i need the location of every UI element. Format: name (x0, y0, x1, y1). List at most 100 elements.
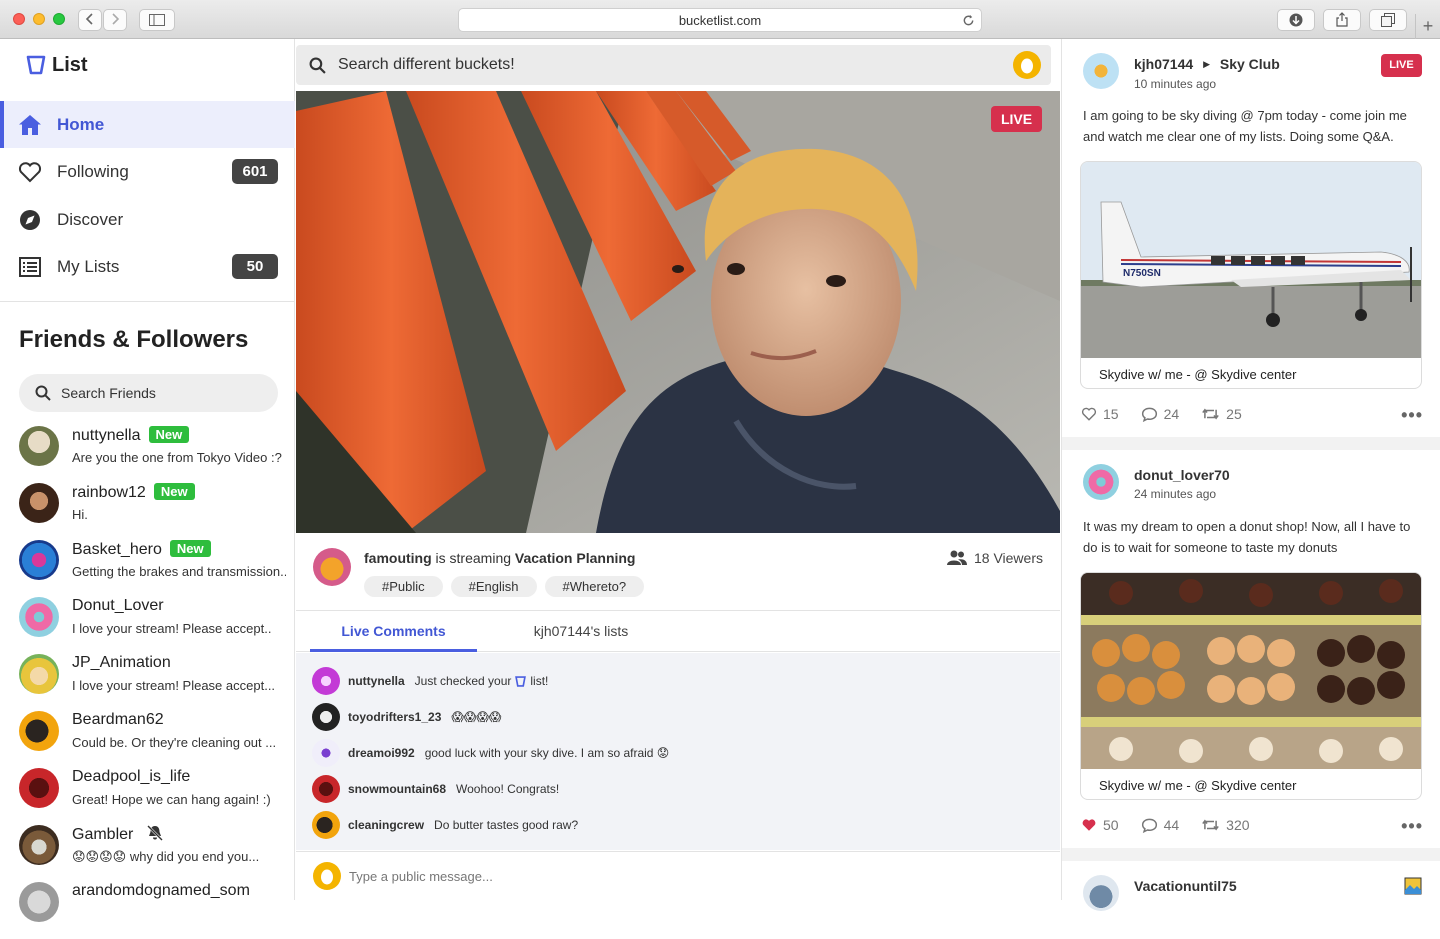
avatar[interactable] (1083, 875, 1119, 911)
message-composer[interactable]: Type a public message... (296, 851, 1060, 900)
post-time: 24 minutes ago (1134, 487, 1217, 501)
friend-item[interactable]: nuttynella New Are you the one from Tokyo… (0, 426, 295, 483)
sidebar-icon (149, 14, 165, 26)
friend-item[interactable]: Gambler 😟😟😟😟 why did you end you... (0, 825, 295, 882)
post-media-card[interactable]: N750SN Skydive w/ me - @ Skydive center (1080, 161, 1422, 389)
tabs-icon (1381, 13, 1395, 27)
avatar (19, 882, 59, 922)
close-window-button[interactable] (13, 13, 25, 25)
nav-item-following[interactable]: Following 601 (0, 148, 295, 195)
avatar (19, 768, 59, 808)
nav-label-following: Following (57, 162, 129, 181)
address-bar[interactable]: bucketlist.com (458, 8, 982, 32)
tabs-overview-button[interactable] (1369, 9, 1407, 31)
app-logo[interactable]: List (26, 53, 88, 77)
friend-name: rainbow12 (72, 484, 146, 501)
new-tab-button[interactable]: + (1415, 14, 1440, 39)
repost-button[interactable]: 320 (1201, 817, 1250, 833)
tag-public[interactable]: #Public (364, 576, 443, 597)
search-icon (309, 57, 326, 74)
more-options-icon[interactable]: ••• (1401, 405, 1423, 426)
search-friends-placeholder: Search Friends (61, 385, 156, 401)
like-button[interactable]: 15 (1081, 406, 1119, 422)
friend-item[interactable]: Donut_Lover I love your stream! Please a… (0, 597, 295, 654)
comment-count: 44 (1163, 817, 1180, 833)
friends-section-title: Friends & Followers (19, 326, 249, 353)
friend-item[interactable]: arandomdognamed_som (0, 882, 295, 939)
photo-icon[interactable] (1404, 877, 1422, 895)
friend-item[interactable]: Deadpool_is_life Great! Hope we can hang… (0, 768, 295, 825)
streamer-name[interactable]: famouting (364, 550, 432, 566)
main-content: Search different buckets! LIVE famouting… (296, 39, 1060, 900)
comment-user[interactable]: nuttynella (348, 674, 405, 688)
friend-name-row: rainbow12 New (72, 483, 195, 502)
post-user[interactable]: Vacationuntil75 (1134, 878, 1237, 894)
browser-titlebar: bucketlist.com + (0, 0, 1440, 39)
share-button[interactable] (1323, 9, 1361, 31)
post-media-card[interactable]: Skydive w/ me - @ Skydive center (1080, 572, 1422, 800)
friend-item[interactable]: Basket_hero New Getting the brakes and tr… (0, 540, 295, 597)
nav-item-home[interactable]: Home (0, 101, 295, 148)
tab-live-comments[interactable]: Live Comments (310, 612, 477, 652)
list-icon (19, 257, 41, 277)
more-options-icon[interactable]: ••• (1401, 816, 1423, 837)
forward-button[interactable] (103, 9, 127, 31)
message-input-placeholder[interactable]: Type a public message... (349, 869, 493, 884)
downloads-button[interactable] (1277, 9, 1315, 31)
bucket-search-input[interactable]: Search different buckets! (296, 45, 1051, 85)
new-badge: New (148, 426, 190, 443)
comment-user[interactable]: toyodrifters1_23 (348, 710, 441, 724)
tab-user-lists[interactable]: kjh07144's lists (501, 612, 661, 652)
friend-last-message: Great! Hope we can hang again! :) (72, 792, 271, 807)
post-place[interactable]: Sky Club (1220, 56, 1280, 72)
comment-button[interactable]: 44 (1141, 817, 1180, 833)
donut-photo (1081, 573, 1421, 769)
avatar[interactable] (1083, 53, 1119, 89)
avatar (312, 811, 340, 839)
streamer-avatar[interactable] (313, 548, 351, 586)
friend-item[interactable]: rainbow12 New Hi. (0, 483, 295, 540)
post-user[interactable]: kjh07144 (1134, 56, 1193, 72)
streaming-label: is streaming (435, 550, 512, 566)
zoom-window-button[interactable] (53, 13, 65, 25)
friend-item[interactable]: Beardman62 Could be. Or they're cleaning… (0, 711, 295, 768)
nav-item-my-lists[interactable]: My Lists 50 (0, 243, 295, 290)
avatar (19, 654, 59, 694)
repost-button[interactable]: 25 (1201, 406, 1242, 422)
post-live-badge: LIVE (1381, 54, 1422, 77)
post-user[interactable]: donut_lover70 (1134, 467, 1230, 483)
viewer-count-text: 18 Viewers (973, 550, 1043, 566)
comment-user[interactable]: cleaningcrew (348, 818, 424, 832)
tag-english[interactable]: #English (450, 576, 537, 597)
friend-last-message: I love your stream! Please accept.. (72, 621, 272, 636)
friend-last-message: Are you the one from Tokyo Video :? (72, 450, 282, 465)
live-video-player[interactable]: LIVE (296, 91, 1060, 533)
chevron-left-icon (85, 13, 93, 25)
avatar (19, 711, 59, 751)
back-button[interactable] (78, 9, 102, 31)
search-friends-input[interactable]: Search Friends (19, 374, 278, 412)
user-avatar[interactable] (1013, 51, 1041, 79)
reload-icon[interactable] (962, 14, 975, 27)
sidebar-toggle-button[interactable] (139, 9, 175, 31)
search-icon (35, 385, 51, 401)
comment-user[interactable]: snowmountain68 (348, 782, 446, 796)
tag-whereto[interactable]: #Whereto? (544, 576, 645, 597)
stream-title-line: famouting is streaming Vacation Planning (364, 550, 636, 566)
arrow-right-icon: ▶ (1203, 59, 1210, 69)
avatar (19, 483, 59, 523)
like-button[interactable]: 50 (1081, 817, 1119, 833)
comment-button[interactable]: 24 (1141, 406, 1179, 422)
nav-item-discover[interactable]: Discover (0, 196, 295, 243)
friend-name: Donut_Lover (72, 597, 164, 614)
viewer-count: 18 Viewers (946, 550, 1043, 566)
comment-item: dreamoi992 good luck with your sky dive.… (312, 739, 669, 767)
feed-post: Vacationuntil75 (1062, 861, 1440, 911)
avatar[interactable] (1083, 464, 1119, 500)
plane-photo: N750SN (1081, 162, 1421, 358)
minimize-window-button[interactable] (33, 13, 45, 25)
comment-user[interactable]: dreamoi992 (348, 746, 415, 760)
nav-label-home: Home (57, 115, 105, 134)
friend-item[interactable]: JP_Animation I love your stream! Please … (0, 654, 295, 711)
new-badge: New (169, 540, 211, 557)
